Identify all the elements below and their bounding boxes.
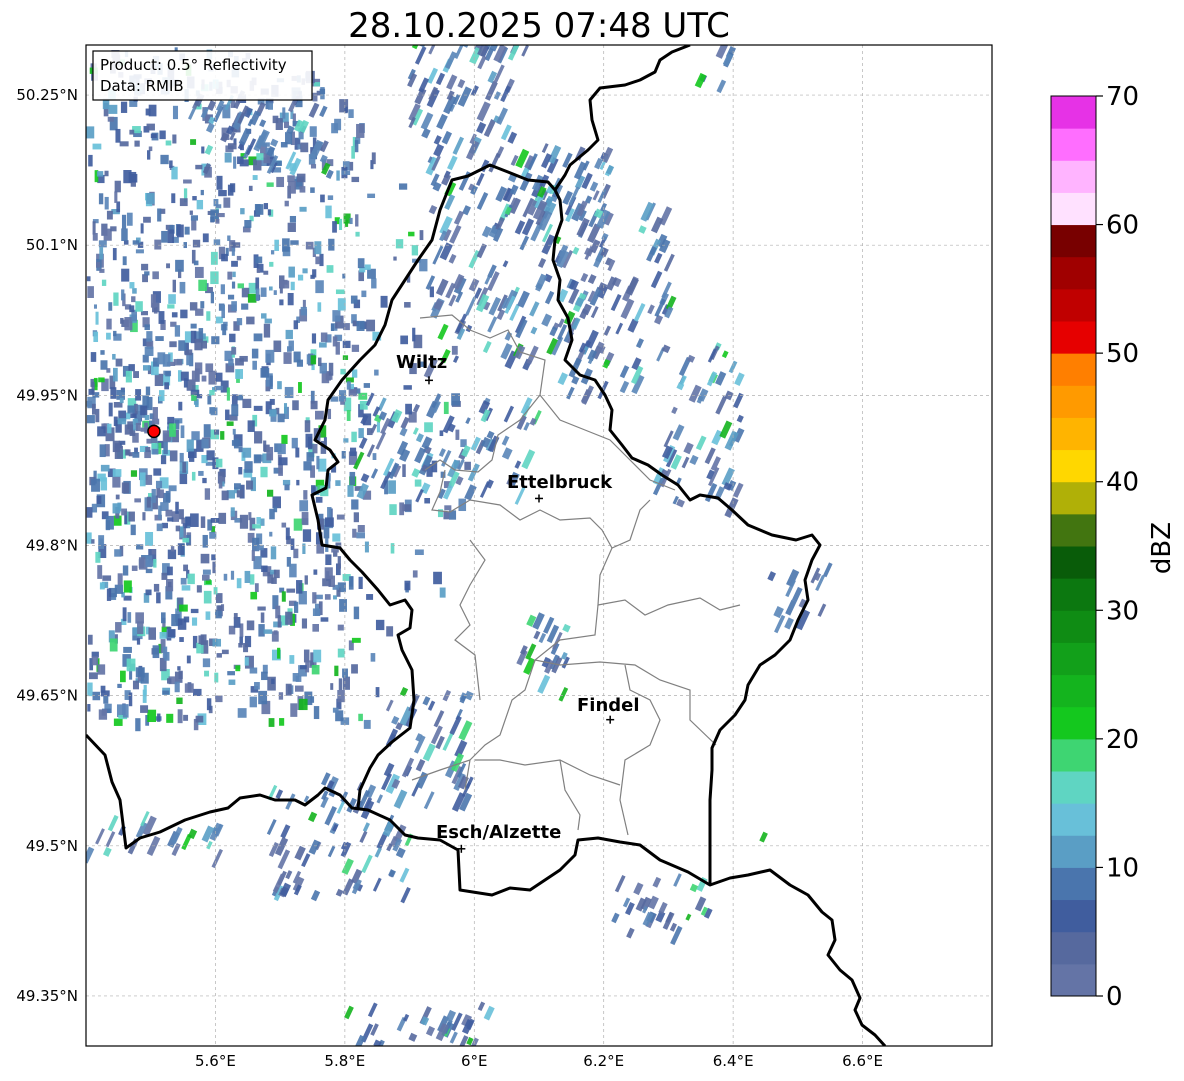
colorbar-bin bbox=[1051, 288, 1096, 322]
colorbar-bin bbox=[1051, 738, 1096, 772]
colorbar-bin bbox=[1051, 481, 1096, 515]
colorbar-bin bbox=[1051, 417, 1096, 451]
colorbar-ticks: 0 10 20 30 40 50 60 70 bbox=[1096, 82, 1139, 1012]
lon-tick-label: 5.6°E bbox=[195, 1052, 236, 1070]
map-area: Wiltz Ettelbruck Findel Esch/Alzette Pro… bbox=[86, 45, 992, 1046]
lat-tick-label: 49.8°N bbox=[26, 537, 78, 555]
colorbar-tick-label: 50 bbox=[1106, 339, 1139, 369]
colorbar-bin bbox=[1051, 803, 1096, 836]
city-label-ettelbruck: Ettelbruck bbox=[507, 472, 613, 493]
colorbar-bin bbox=[1051, 963, 1096, 997]
lat-tick-label: 49.65°N bbox=[16, 687, 78, 705]
colorbar-tick-label: 40 bbox=[1106, 468, 1139, 498]
city-label-wiltz: Wiltz bbox=[396, 352, 447, 373]
colorbar-bin bbox=[1051, 192, 1096, 226]
radar-figure: 28.10.2025 07:48 UTC Wiltz Ettelbruck Fi… bbox=[16, 6, 1177, 1070]
info-box: Product: 0.5° Reflectivity Data: RMIB bbox=[92, 50, 313, 101]
colorbar-tick-label: 0 bbox=[1106, 982, 1123, 1012]
colorbar-bin bbox=[1051, 449, 1096, 483]
city-label-findel: Findel bbox=[577, 695, 640, 716]
city-label-esch-alzette: Esch/Alzette bbox=[436, 822, 561, 843]
colorbar: 0 10 20 30 40 50 60 70 dBZ bbox=[1050, 82, 1177, 1012]
colorbar-bin bbox=[1051, 771, 1096, 804]
info-product: Product: 0.5° Reflectivity bbox=[100, 56, 287, 74]
colorbar-label: dBZ bbox=[1147, 522, 1177, 574]
colorbar-bin bbox=[1051, 867, 1096, 901]
colorbar-tick-label: 30 bbox=[1106, 596, 1139, 626]
radar-site-marker bbox=[147, 424, 161, 439]
colorbar-tick-label: 70 bbox=[1106, 82, 1139, 112]
colorbar-tick-label: 10 bbox=[1106, 853, 1139, 883]
figure-title: 28.10.2025 07:48 UTC bbox=[348, 6, 730, 46]
lat-tick-label: 50.1°N bbox=[26, 236, 78, 254]
lon-tick-label: 6.4°E bbox=[713, 1052, 754, 1070]
colorbar-bin bbox=[1051, 160, 1096, 193]
colorbar-bin bbox=[1051, 674, 1096, 708]
colorbar-bin bbox=[1051, 128, 1096, 161]
colorbar-tick-label: 20 bbox=[1106, 725, 1139, 755]
colorbar-bin bbox=[1051, 546, 1096, 579]
colorbar-bin bbox=[1051, 385, 1096, 418]
colorbar-bin bbox=[1051, 931, 1096, 965]
colorbar-bin bbox=[1051, 353, 1096, 386]
colorbar-bin bbox=[1051, 835, 1096, 868]
info-source: Data: RMIB bbox=[100, 77, 184, 95]
lat-tick-label: 49.5°N bbox=[26, 837, 78, 855]
colorbar-bins bbox=[1051, 96, 1096, 997]
colorbar-bin bbox=[1051, 256, 1096, 290]
lon-tick-label: 5.8°E bbox=[324, 1052, 365, 1070]
lat-tick-label: 49.95°N bbox=[16, 386, 78, 404]
lat-tick-label: 49.35°N bbox=[16, 987, 78, 1005]
colorbar-bin bbox=[1051, 224, 1096, 258]
lat-tick-label: 50.25°N bbox=[16, 86, 78, 104]
colorbar-bin bbox=[1051, 513, 1096, 547]
colorbar-bin bbox=[1051, 610, 1096, 643]
colorbar-bin bbox=[1051, 578, 1096, 611]
colorbar-bin bbox=[1051, 321, 1096, 354]
colorbar-tick-label: 60 bbox=[1106, 211, 1139, 241]
lon-tick-label: 6.2°E bbox=[583, 1052, 624, 1070]
colorbar-bin bbox=[1051, 706, 1096, 740]
lon-tick-label: 6°E bbox=[461, 1052, 488, 1070]
colorbar-bin bbox=[1051, 96, 1096, 129]
lon-tick-label: 6.6°E bbox=[842, 1052, 883, 1070]
colorbar-bin bbox=[1051, 642, 1096, 676]
colorbar-bin bbox=[1051, 899, 1096, 933]
